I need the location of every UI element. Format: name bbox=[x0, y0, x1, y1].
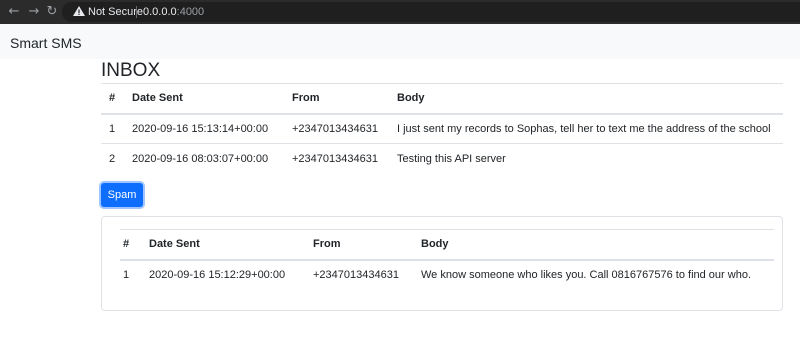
browser-toolbar: ← → ↻ Not Secure 0.0.0.0:4000 bbox=[0, 0, 800, 24]
row-from: +2347013434631 bbox=[313, 269, 399, 281]
inbox-header-row: # Date Sent From Body bbox=[101, 83, 783, 114]
row-date: 2020-09-16 15:12:29+00:00 bbox=[149, 269, 286, 281]
url-port: :4000 bbox=[176, 6, 205, 18]
url-host: 0.0.0.0 bbox=[143, 6, 177, 18]
row-from: +2347013434631 bbox=[292, 122, 378, 135]
column-header-date: Date Sent bbox=[149, 238, 200, 251]
brand-link[interactable]: Smart SMS bbox=[10, 35, 82, 51]
table-row: 1 2020-09-16 15:12:29+00:00 +23470134346… bbox=[120, 259, 774, 290]
spam-header-row: # Date Sent From Body bbox=[120, 229, 774, 260]
row-date: 2020-09-16 08:03:07+00:00 bbox=[132, 152, 269, 165]
row-number: 2 bbox=[109, 152, 116, 165]
column-header-body: Body bbox=[421, 238, 449, 251]
column-header-from: From bbox=[292, 92, 320, 105]
app-navbar: Smart SMS bbox=[0, 24, 800, 59]
inbox-title: INBOX bbox=[101, 60, 161, 81]
column-header-date: Date Sent bbox=[132, 92, 183, 105]
back-arrow-icon[interactable]: ← bbox=[5, 3, 23, 21]
row-number: 1 bbox=[123, 269, 130, 281]
url-text[interactable]: 0.0.0.0:4000 bbox=[143, 4, 204, 20]
column-header-number: # bbox=[109, 92, 116, 105]
row-from: +2347013434631 bbox=[292, 152, 378, 165]
reload-icon[interactable]: ↻ bbox=[43, 3, 61, 21]
spam-button[interactable]: Spam bbox=[101, 183, 143, 207]
row-body: We know someone who likes you. Call 0816… bbox=[421, 269, 751, 281]
inbox-table: # Date Sent From Body 1 2020-09-16 15:13… bbox=[101, 83, 783, 174]
security-label: Not Secure bbox=[88, 6, 144, 18]
table-row: 1 2020-09-16 15:13:14+00:00 +23470134346… bbox=[101, 113, 783, 144]
forward-arrow-icon[interactable]: → bbox=[25, 3, 43, 21]
column-header-from: From bbox=[313, 238, 341, 251]
row-body: Testing this API server bbox=[397, 152, 506, 165]
row-date: 2020-09-16 15:13:14+00:00 bbox=[132, 122, 269, 135]
column-header-body: Body bbox=[397, 92, 425, 105]
spam-table: # Date Sent From Body 1 2020-09-16 15:12… bbox=[120, 229, 774, 290]
table-row: 2 2020-09-16 08:03:07+00:00 +23470134346… bbox=[101, 143, 783, 174]
warning-icon bbox=[73, 6, 85, 16]
row-number: 1 bbox=[109, 122, 116, 135]
spam-card: # Date Sent From Body 1 2020-09-16 15:12… bbox=[101, 216, 783, 311]
address-separator bbox=[136, 6, 137, 18]
column-header-number: # bbox=[123, 238, 130, 251]
row-body: I just sent my records to Sophas, tell h… bbox=[397, 122, 771, 135]
